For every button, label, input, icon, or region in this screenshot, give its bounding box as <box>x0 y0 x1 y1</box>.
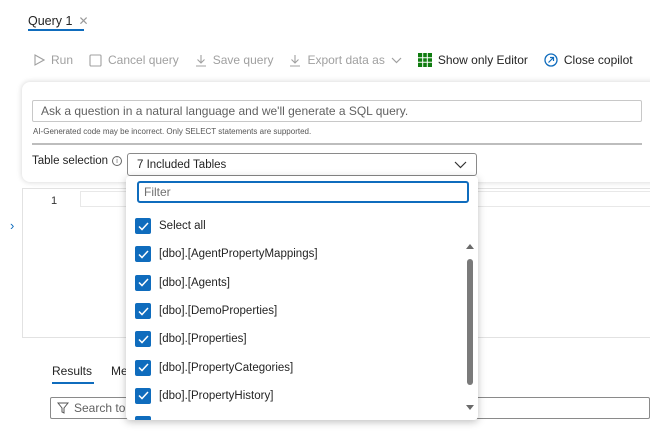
copilot-divider <box>32 143 642 145</box>
cancel-query-button[interactable]: Cancel query <box>89 53 179 67</box>
option-label: [dbo].[AgentPropertyMappings] <box>159 248 318 261</box>
ai-disclaimer: AI-Generated code may be incorrect. Only… <box>33 127 312 136</box>
table-option[interactable]: [dbo].[PropertyHistory] <box>135 382 465 410</box>
close-copilot-button[interactable]: Close copilot <box>544 53 633 67</box>
table-option[interactable]: [dbo].[AgentPropertyMappings] <box>135 240 465 268</box>
option-label: [dbo].[PropertyCategories] <box>159 361 294 374</box>
save-query-label: Save query <box>212 53 274 67</box>
checkbox-checked-icon[interactable] <box>135 387 151 404</box>
play-icon <box>34 54 45 66</box>
table-option-partial[interactable] <box>135 410 465 420</box>
export-data-button[interactable]: Export data as <box>289 53 402 67</box>
table-selection-listbox: Filter Select all [dbo].[AgentPropertyMa… <box>126 176 478 420</box>
option-label: [dbo].[Properties] <box>159 333 247 346</box>
copilot-icon <box>544 53 558 67</box>
option-label: [dbo].[DemoProperties] <box>159 305 278 318</box>
save-query-button[interactable]: Save query <box>195 53 274 67</box>
checkbox-checked-icon[interactable] <box>135 331 151 348</box>
table-option-list: Select all [dbo].[AgentPropertyMappings]… <box>135 212 465 420</box>
filter-placeholder: Filter <box>144 185 171 199</box>
table-selection-dropdown[interactable]: 7 Included Tables <box>127 153 477 176</box>
filter-input[interactable]: Filter <box>137 181 469 203</box>
table-option[interactable]: [dbo].[PropertyCategories] <box>135 353 465 381</box>
table-selection-value: 7 Included Tables <box>137 158 227 171</box>
chevron-down-icon <box>391 57 402 63</box>
query-tab-title: Query 1 <box>28 14 73 28</box>
download-arrow-icon <box>290 54 301 67</box>
run-button[interactable]: Run <box>34 53 73 67</box>
export-data-label: Export data as <box>307 53 385 67</box>
chevron-right-icon[interactable]: › <box>10 218 14 233</box>
line-number: 1 <box>51 195 58 207</box>
run-label: Run <box>51 53 74 67</box>
tab-results[interactable]: Results <box>52 364 92 378</box>
scroll-up-arrow-icon[interactable] <box>466 244 474 249</box>
checkbox-checked-icon[interactable] <box>135 303 151 320</box>
checkbox-checked-icon[interactable] <box>135 218 151 235</box>
checkbox-checked-icon[interactable] <box>135 359 151 376</box>
results-search-placeholder: Search to f <box>74 401 133 415</box>
select-all-option[interactable]: Select all <box>135 212 465 240</box>
download-arrow-icon <box>195 54 206 67</box>
ask-question-input[interactable]: Ask a question in a natural language and… <box>32 100 642 122</box>
option-label: [dbo].[Agents] <box>159 276 230 289</box>
scrollbar-thumb[interactable] <box>467 259 473 385</box>
checkbox-checked-icon[interactable] <box>135 274 151 291</box>
toolbar: Run Cancel query Save query Export data … <box>34 48 649 72</box>
grid-icon <box>417 53 432 67</box>
stop-square-icon <box>89 53 102 67</box>
scroll-down-arrow-icon[interactable] <box>466 405 474 410</box>
close-tab-icon[interactable]: ✕ <box>78 15 88 27</box>
table-option[interactable]: [dbo].[Properties] <box>135 325 465 353</box>
cancel-query-label: Cancel query <box>108 53 179 67</box>
table-selection-label: Table selection i <box>32 155 123 167</box>
info-icon[interactable]: i <box>112 156 123 166</box>
close-copilot-label: Close copilot <box>563 53 633 67</box>
filter-funnel-icon <box>57 402 69 414</box>
table-option[interactable]: [dbo].[Agents] <box>135 269 465 297</box>
table-option[interactable]: [dbo].[DemoProperties] <box>135 297 465 325</box>
ask-question-placeholder: Ask a question in a natural language and… <box>41 104 409 118</box>
option-label: Select all <box>159 220 206 233</box>
active-tab-indicator <box>28 29 84 31</box>
checkbox-checked-icon[interactable] <box>135 246 151 263</box>
listbox-scrollbar[interactable] <box>466 244 474 416</box>
show-only-editor-button[interactable]: Show only Editor <box>417 53 528 67</box>
table-selection-text: Table selection <box>32 155 109 167</box>
show-only-editor-label: Show only Editor <box>437 53 528 67</box>
option-label: [dbo].[PropertyHistory] <box>159 389 274 402</box>
results-tab-indicator <box>52 382 94 384</box>
checkbox-checked-icon[interactable] <box>135 416 151 420</box>
chevron-down-icon <box>454 161 467 168</box>
